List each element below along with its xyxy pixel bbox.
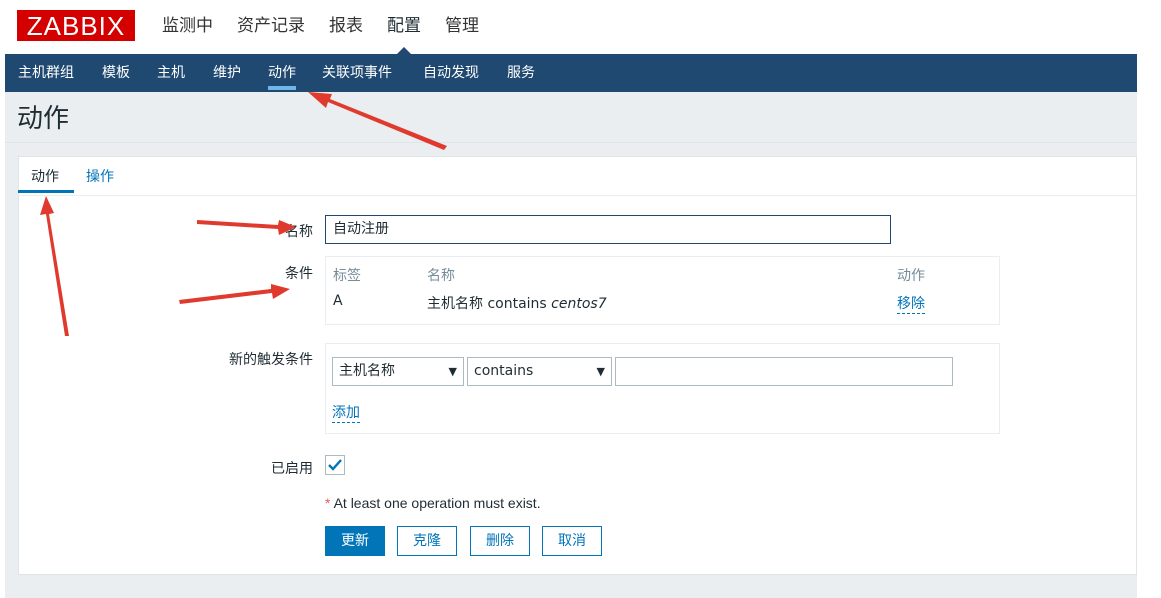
operator-value: contains [474, 363, 534, 379]
active-tab-indicator [18, 190, 74, 193]
submenu-templates[interactable]: 模板 [102, 54, 130, 92]
add-condition-link[interactable]: 添加 [332, 402, 360, 423]
cancel-button[interactable]: 取消 [542, 526, 602, 556]
update-button[interactable]: 更新 [325, 526, 385, 556]
submenu-discovery[interactable]: 自动发现 [423, 54, 479, 92]
dropdown-arrow-icon: ▼ [448, 365, 457, 378]
submenu-host-groups[interactable]: 主机群组 [18, 54, 74, 92]
required-asterisk: * [325, 495, 331, 511]
column-header-label: 标签 [333, 268, 361, 284]
submenu-hosts[interactable]: 主机 [157, 54, 185, 92]
enabled-checkbox[interactable] [325, 455, 345, 475]
submenu-actions[interactable]: 动作 [268, 54, 296, 92]
submenu-services[interactable]: 服务 [507, 54, 535, 92]
condition-row-name: 主机名称 contains centos7 [427, 293, 607, 313]
main-menu: 监测中 资产记录 报表 配置 管理 [162, 14, 503, 54]
note-text: At least one operation must exist. [333, 495, 541, 511]
condition-value-input[interactable] [615, 357, 953, 386]
divider [5, 142, 1137, 143]
submenu-correlation[interactable]: 关联项事件 [322, 54, 392, 92]
validation-note: * At least one operation must exist. [325, 495, 541, 511]
tab-bar: 动作 操作 [18, 156, 1137, 196]
dropdown-arrow-icon: ▼ [596, 365, 605, 378]
menu-inventory[interactable]: 资产记录 [237, 14, 305, 38]
menu-monitoring[interactable]: 监测中 [162, 14, 213, 38]
condition-type-value: 主机名称 [339, 363, 395, 379]
menu-reports[interactable]: 报表 [329, 14, 363, 38]
operator-select[interactable]: contains ▼ [467, 357, 612, 386]
tab-action[interactable]: 动作 [31, 166, 59, 186]
condition-value: centos7 [551, 296, 607, 312]
condition-row-label: A [333, 293, 343, 309]
tab-operations[interactable]: 操作 [86, 166, 114, 186]
condition-type-select[interactable]: 主机名称 ▼ [332, 357, 464, 386]
condition-text: 主机名称 contains [427, 296, 552, 312]
sub-menu: 主机群组 模板 主机 维护 动作 关联项事件 自动发现 服务 [5, 54, 1137, 92]
enabled-label: 已启用 [271, 461, 313, 477]
name-input[interactable]: 自动注册 [325, 215, 891, 244]
column-header-action: 动作 [897, 268, 925, 284]
top-header: ZABBIX 监测中 资产记录 报表 配置 管理 [0, 0, 1161, 54]
remove-condition-link[interactable]: 移除 [897, 293, 925, 314]
new-condition-label: 新的触发条件 [229, 352, 313, 368]
conditions-label: 条件 [285, 266, 313, 282]
checkmark-icon [328, 459, 342, 471]
menu-administration[interactable]: 管理 [445, 14, 479, 38]
clone-button[interactable]: 克隆 [397, 526, 457, 556]
submenu-maintenance[interactable]: 维护 [213, 54, 241, 92]
column-header-name: 名称 [427, 268, 455, 284]
page-title: 动作 [17, 104, 70, 134]
name-label: 名称 [285, 224, 313, 240]
menu-configuration[interactable]: 配置 [387, 14, 421, 54]
delete-button[interactable]: 删除 [470, 526, 530, 556]
zabbix-logo[interactable]: ZABBIX [17, 10, 135, 41]
